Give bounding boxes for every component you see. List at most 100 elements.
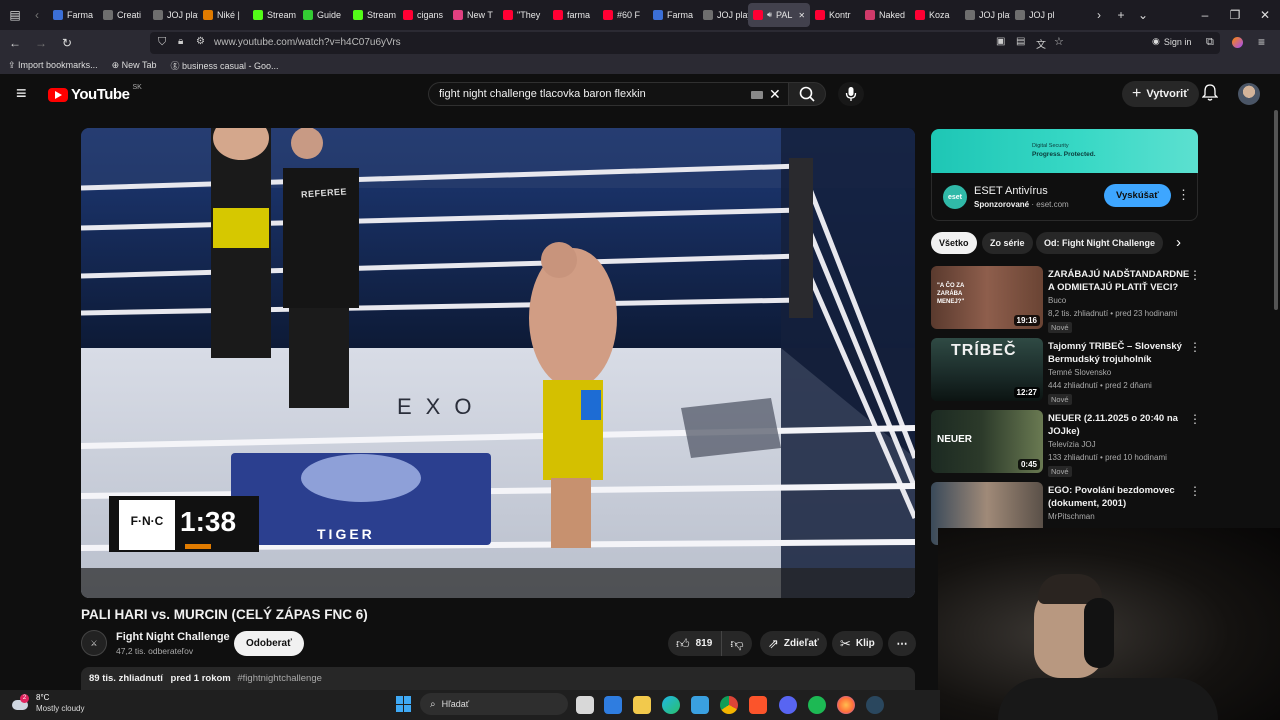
bookmark-new-tab[interactable]: ⊕ New Tab <box>112 60 157 71</box>
reader-view-icon[interactable]: ▤ <box>1016 36 1025 47</box>
menu-icon[interactable]: ≡ <box>1258 35 1265 49</box>
url-text[interactable]: www.youtube.com/watch?v=h4C07u6yVrs <box>214 37 401 48</box>
browser-tab[interactable]: 🔊︎ PAL ✕ <box>748 3 810 27</box>
browser-tab[interactable]: Farma <box>48 0 98 30</box>
brave-icon[interactable] <box>749 696 767 714</box>
url-bar[interactable]: ⛉ 🔒︎ ⚙︎ www.youtube.com/watch?v=h4C07u6y… <box>150 32 1220 54</box>
video-thumbnail[interactable]: TRÍBEČ 12:27 <box>931 338 1043 401</box>
close-tab-icon[interactable]: ✕ <box>798 11 805 20</box>
ad-banner[interactable]: Digital Security Progress. Protected. <box>931 129 1198 173</box>
list-item[interactable]: NEUER 0:45 NEUER (2.11.2025 o 20:40 na J… <box>931 410 1201 477</box>
search-input[interactable]: fight night challenge tlacovka baron fle… <box>428 82 788 106</box>
store-icon[interactable] <box>604 696 622 714</box>
channel-avatar[interactable]: ⚔︎ <box>81 630 107 656</box>
weather-widget[interactable]: 2 8°C Mostly cloudy <box>10 692 84 714</box>
back-icon[interactable]: ← <box>4 32 26 54</box>
browser-tab[interactable]: Niké | <box>198 0 248 30</box>
like-button[interactable]: 👍︎ 819 <box>668 631 722 656</box>
photos-icon[interactable] <box>691 696 709 714</box>
file-explorer-icon[interactable] <box>633 696 651 714</box>
video-thumbnail[interactable]: "A ČO ZA ZARÁBA MENEJ?" 19:16 <box>931 266 1043 329</box>
more-vertical-icon[interactable]: ⋮ <box>1189 340 1201 354</box>
task-view-icon[interactable] <box>576 696 594 714</box>
keyboard-icon[interactable] <box>751 91 763 99</box>
browser-tab[interactable]: JOJ pl <box>1010 0 1060 30</box>
voice-search-button[interactable] <box>838 82 864 106</box>
channel-name[interactable]: Fight Night Challenge <box>116 631 230 643</box>
bookmark-import[interactable]: ⇪ Import bookmarks... <box>8 60 98 71</box>
browser-tab[interactable]: New T <box>448 0 498 30</box>
more-vertical-icon[interactable]: ⋮ <box>1189 412 1201 426</box>
browser-tab[interactable]: JOJ play <box>960 0 1010 30</box>
firefox-icon[interactable] <box>837 696 855 714</box>
ad-card[interactable]: eset ESET Antivírus Sponzorované · eset.… <box>931 173 1198 221</box>
steam-icon[interactable] <box>866 696 884 714</box>
chrome-icon[interactable] <box>720 696 738 714</box>
filter-series[interactable]: Zo série <box>982 232 1033 254</box>
share-button[interactable]: ⇗ Zdieľať <box>760 631 827 656</box>
shield-icon[interactable]: ⛉ <box>158 36 166 49</box>
ad-cta-button[interactable]: Vyskúšať <box>1104 184 1171 207</box>
speaker-icon[interactable]: 🔊︎ <box>767 10 772 20</box>
discord-icon[interactable] <box>779 696 797 714</box>
browser-tab[interactable]: Koza <box>910 0 960 30</box>
browser-tab[interactable]: Guide <box>298 0 348 30</box>
dislike-button[interactable]: 👎︎ <box>722 631 752 656</box>
notifications-bell-icon[interactable] <box>1201 84 1219 107</box>
more-vertical-icon[interactable]: ⋮ <box>1189 268 1201 282</box>
clear-search-icon[interactable]: ✕ <box>769 86 781 103</box>
lock-icon[interactable]: 🔒︎ <box>178 36 183 47</box>
permissions-icon[interactable]: ⚙︎ <box>196 36 205 47</box>
edge-icon[interactable] <box>662 696 680 714</box>
browser-tab[interactable]: Stream <box>348 0 398 30</box>
youtube-logo[interactable]: YouTube SK <box>48 84 142 103</box>
browser-tab[interactable]: Farma <box>648 0 698 30</box>
avatar[interactable] <box>1238 83 1260 105</box>
ad-more-icon[interactable]: ⋮ <box>1177 187 1190 203</box>
tab-overview-icon[interactable]: ▤ <box>4 4 26 26</box>
browser-tab[interactable]: farma <box>548 0 598 30</box>
video-thumbnail[interactable]: NEUER 0:45 <box>931 410 1043 473</box>
list-item[interactable]: "A ČO ZA ZARÁBA MENEJ?" 19:16 ZARÁBAJÚ N… <box>931 266 1201 333</box>
minimize-icon[interactable]: – <box>1190 4 1220 26</box>
browser-tab[interactable]: Naked <box>860 0 910 30</box>
spotify-icon[interactable] <box>808 696 826 714</box>
hashtag-link[interactable]: #fightnightchallenge <box>237 673 322 684</box>
restore-icon[interactable]: ❐ <box>1220 4 1250 26</box>
search-button[interactable] <box>788 82 826 106</box>
scroll-tabs-left-icon[interactable]: ‹ <box>26 4 48 26</box>
start-button[interactable] <box>396 696 412 712</box>
browser-tab[interactable]: cigans <box>398 0 448 30</box>
translate-icon[interactable]: 文 <box>1036 36 1046 51</box>
reload-icon[interactable]: ↻ <box>56 32 78 54</box>
account-button[interactable]: ◉ Sign in <box>1152 36 1191 47</box>
page-scrollbar[interactable] <box>1274 110 1278 310</box>
browser-tab[interactable]: Kontr <box>810 0 860 30</box>
clip-button[interactable]: ✂︎ Klip <box>832 631 883 656</box>
more-actions-button[interactable]: ⋯ <box>888 631 916 656</box>
browser-tab[interactable]: Creati <box>98 0 148 30</box>
pip-icon[interactable]: ▣ <box>996 36 1005 47</box>
browser-tab[interactable]: JOJ play <box>698 0 748 30</box>
more-vertical-icon[interactable]: ⋮ <box>1189 484 1201 498</box>
browser-tab[interactable]: Stream <box>248 0 298 30</box>
video-player[interactable]: REFEREE EXO TIGER F·N·C 1:38 <box>81 128 915 598</box>
browser-tab[interactable]: JOJ play <box>148 0 198 30</box>
new-tab-icon[interactable]: + <box>1110 4 1132 26</box>
hamburger-menu-icon[interactable]: ≡ <box>16 84 27 102</box>
filter-all[interactable]: Všetko <box>931 232 977 254</box>
list-item[interactable]: TRÍBEČ 12:27 Tajomný TRIBEČ – Slovenský … <box>931 338 1201 405</box>
filters-next-icon[interactable]: › <box>1176 234 1181 251</box>
forward-icon[interactable]: → <box>30 32 52 54</box>
subscribe-button[interactable]: Odoberať <box>234 631 304 656</box>
scroll-tabs-right-icon[interactable]: › <box>1088 4 1110 26</box>
bookmark-star-icon[interactable]: ☆ <box>1054 35 1064 48</box>
browser-tab[interactable]: #60 F <box>598 0 648 30</box>
extensions-icon[interactable]: ⧉ <box>1206 36 1214 49</box>
close-window-icon[interactable]: ✕ <box>1250 4 1280 26</box>
create-button[interactable]: + Vytvoriť <box>1122 81 1199 107</box>
filter-channel[interactable]: Od: Fight Night Challenge <box>1036 232 1163 254</box>
browser-tab[interactable]: "They <box>498 0 548 30</box>
bookmark-google[interactable]: ⓖ business casual - Goo... <box>170 59 278 72</box>
tab-list-chevron-icon[interactable]: ⌄ <box>1132 4 1154 26</box>
